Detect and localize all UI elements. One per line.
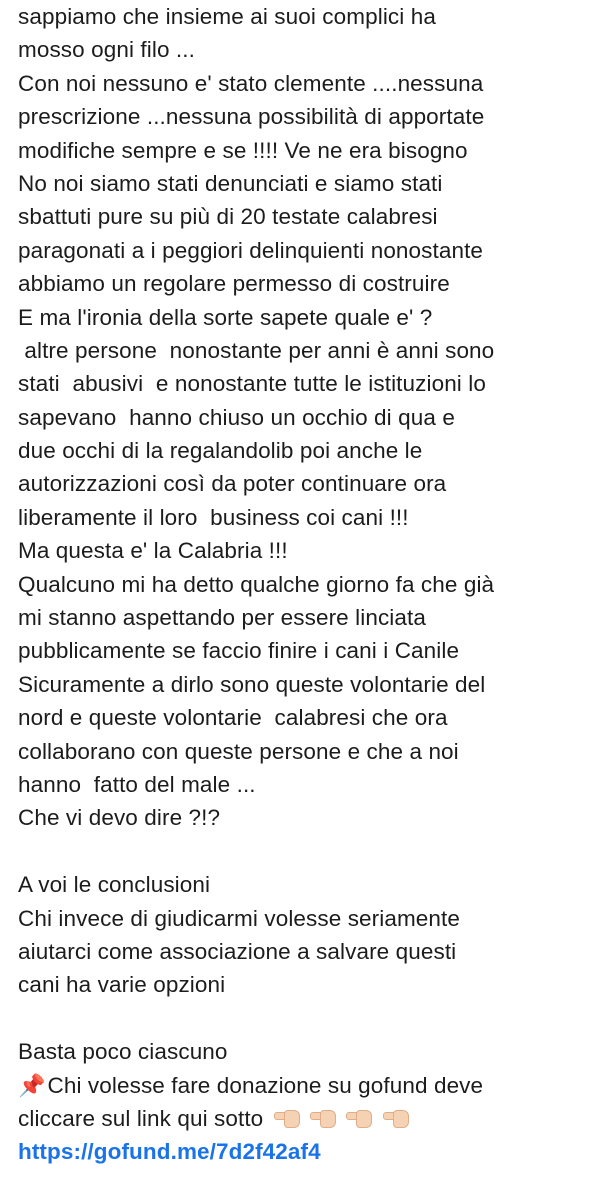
post-text-line: mi stanno aspettando per essere linciata: [18, 605, 426, 631]
donation-line: cliccare sul link qui sotto: [18, 1102, 584, 1135]
post-text-line: liberamente il loro business coi cani !!…: [18, 504, 409, 530]
post-text-line: altre persone nonostante per anni è anni…: [18, 337, 495, 363]
post-text-line: paragonati a i peggiori delinquienti non…: [18, 237, 484, 263]
donation-line: 📌Chi volesse fare donazione su gofund de…: [18, 1069, 584, 1102]
post-text-line: Ma questa e' la Calabria !!!: [18, 538, 288, 564]
post-text-line: autorizzazioni così da poter continuare …: [18, 471, 447, 497]
post-text-line: mosso ogni filo ...: [18, 37, 195, 63]
donation-text: cliccare sul link qui sotto: [18, 1105, 264, 1131]
post-text-line: Che vi devo dire ?!?: [18, 805, 221, 831]
post-text-line: due occhi di la regalandolib poi anche l…: [18, 438, 423, 464]
post-text-line: sapevano hanno chiuso un occhio di qua e: [18, 404, 455, 430]
post-text-line: Sicuramente a dirlo sono queste volontar…: [18, 671, 486, 697]
post-text-line: hanno fatto del male ...: [18, 771, 256, 797]
gofund-link[interactable]: https://gofund.me/7d2f42af4: [18, 1139, 321, 1164]
pointing-right-hand-icon: [310, 1108, 337, 1128]
donation-text: Chi volesse fare donazione su gofund dev…: [47, 1072, 484, 1098]
post-text-line: sappiamo che insieme ai suoi complici ha: [18, 4, 436, 29]
post-text-line: stati abusivi e nonostante tutte le isti…: [18, 371, 486, 397]
conclusion-line: Chi invece di giudicarmi volesse seriame…: [18, 905, 460, 931]
post-text-line: modifiche sempre e se !!!! Ve ne era bis…: [18, 137, 468, 163]
post-text-line: nord e queste volontarie calabresi che o…: [18, 705, 448, 731]
post-text-line: collaborano con queste persone e che a n…: [18, 738, 459, 764]
pointing-right-hand-icon: [273, 1108, 300, 1128]
closing-line: Basta poco ciascuno: [18, 1039, 228, 1065]
link-line: https://gofund.me/7d2f42af4: [18, 1135, 584, 1168]
post-text-line: prescrizione ...nessuna possibilità di a…: [18, 104, 485, 130]
post-text-line: sbattuti pure su più di 20 testate calab…: [18, 204, 438, 230]
post-text-line: Qualcuno mi ha detto qualche giorno fa c…: [18, 571, 495, 597]
pushpin-icon: 📌: [18, 1073, 46, 1099]
conclusion-line: cani ha varie opzioni: [18, 972, 226, 998]
post-text-line: abbiamo un regolare permesso di costruir…: [18, 271, 450, 297]
pointing-right-hand-icon: [382, 1108, 409, 1128]
post-body: sappiamo che insieme ai suoi complici ha…: [18, 0, 584, 1169]
post-text-line: Con noi nessuno e' stato clemente ....ne…: [18, 70, 484, 96]
post-text-line: pubblicamente se faccio finire i cani i …: [18, 638, 460, 664]
post-text-line: No noi siamo stati denunciati e siamo st…: [18, 170, 443, 196]
conclusion-line: aiutarci come associazione a salvare que…: [18, 938, 457, 964]
pointing-right-hand-icon: [346, 1108, 373, 1128]
conclusion-line: A voi le conclusioni: [18, 872, 211, 898]
post-text-line: E ma l'ironia della sorte sapete quale e…: [18, 304, 433, 330]
